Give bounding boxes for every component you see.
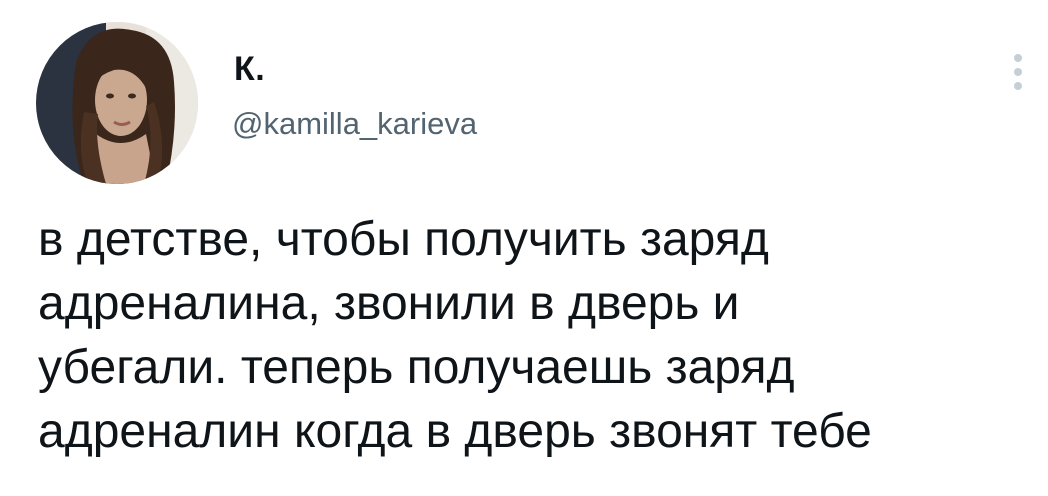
profile-photo-icon — [36, 22, 198, 184]
tweet-text-line: адреналина, звонили в дверь и — [38, 277, 740, 330]
tweet-text: в детстве, чтобы получить заряд адренали… — [38, 208, 1018, 464]
tweet-text-line: в детстве, чтобы получить заряд — [38, 213, 769, 266]
more-vertical-icon — [1014, 82, 1022, 90]
author-handle[interactable]: @kamilla_karieva — [232, 108, 477, 139]
more-options-button[interactable] — [1004, 48, 1032, 96]
tweet-text-line: адреналин когда в дверь звонят тебе — [38, 405, 872, 458]
tweet-card: К. @kamilla_karieva в детстве, чтобы пол… — [0, 0, 1048, 496]
more-vertical-icon — [1014, 68, 1022, 76]
author-display-name[interactable]: К. — [234, 52, 265, 86]
more-vertical-icon — [1014, 54, 1022, 62]
author-avatar[interactable] — [36, 22, 198, 184]
tweet-text-line: убегали. теперь получаешь заряд — [38, 341, 795, 394]
